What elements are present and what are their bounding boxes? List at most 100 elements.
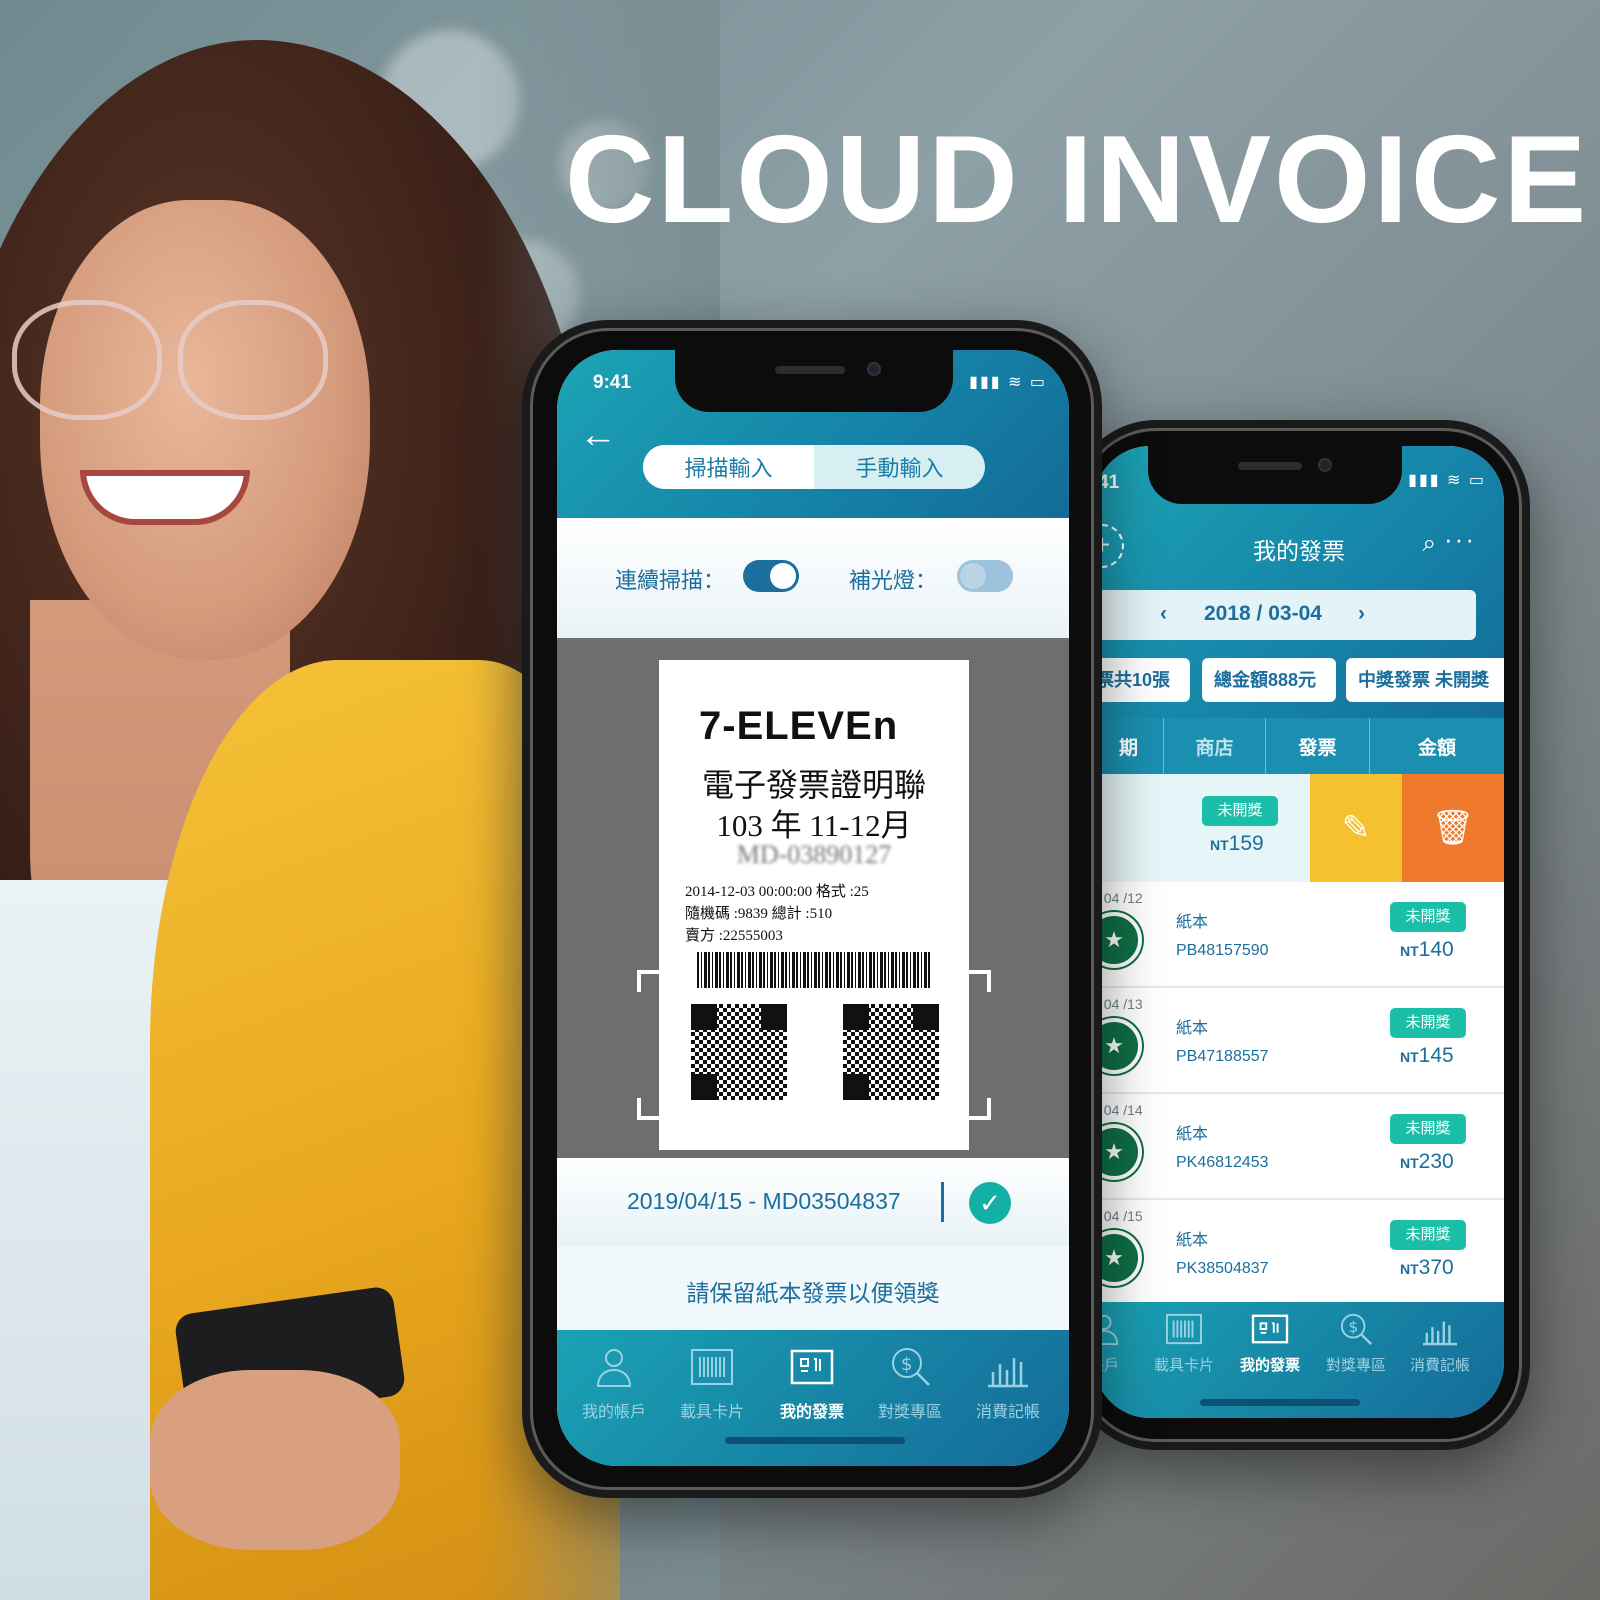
table-row[interactable]: / 04 /14 ★ 紙本 PK46812453 未開獎 NT230 xyxy=(1094,1094,1504,1200)
tab-label: 對獎專區 xyxy=(877,1404,942,1421)
col-date[interactable]: 期 xyxy=(1094,718,1164,774)
back-header: 41 ▮▮▮ ≋ ▭ + 我的發票 ⌕ ··· ‹ 2018 / 03-04 ›… xyxy=(1094,446,1504,746)
col-amount[interactable]: 金額 xyxy=(1370,718,1504,774)
speaker xyxy=(775,366,845,374)
camera xyxy=(1318,458,1332,472)
tab-scan-input[interactable]: 掃描輸入 xyxy=(643,445,814,489)
table-row[interactable]: / 04 /12 ★ 紙本 PB48157590 未開獎 NT140 xyxy=(1094,882,1504,988)
tab-manual-input[interactable]: 手動輸入 xyxy=(814,445,985,489)
camera-viewfinder[interactable]: 7-ELEVEn 電子發票證明聯 103 年 11-12月 MD-0389012… xyxy=(557,638,1069,1158)
continuous-scan-label: 連續掃描： xyxy=(615,568,726,593)
row-amount: NT159 xyxy=(1210,832,1264,855)
tab-label: 消費記帳 xyxy=(975,1404,1040,1421)
speaker xyxy=(1238,462,1302,470)
status-badge: 未開獎 xyxy=(1390,1220,1466,1250)
barcode-card-icon xyxy=(1166,1313,1202,1345)
page-title: 我的發票 xyxy=(1253,538,1345,564)
row-amount: NT230 xyxy=(1400,1150,1454,1173)
bar-chart-icon xyxy=(988,1358,1028,1388)
table-header: 期 商店 發票 金額 xyxy=(1094,718,1504,774)
tab-prize[interactable]: $ 對獎專區 xyxy=(1316,1312,1396,1375)
swiped-row[interactable]: 未開獎 NT159 ✎ 🗑 xyxy=(1094,774,1504,882)
summary-winning-chip[interactable]: 中獎發票 未開獎 xyxy=(1346,658,1504,702)
phone-notch xyxy=(1148,446,1402,504)
summary-total-chip[interactable]: 總金額888元 xyxy=(1202,658,1336,702)
scan-options: 連續掃描： 補光燈： xyxy=(557,518,1069,638)
prize-search-icon: $ xyxy=(892,1348,930,1386)
receipt: 7-ELEVEn 電子發票證明聯 103 年 11-12月 MD-0389012… xyxy=(659,660,969,1150)
row-invoice-number: PK38504837 xyxy=(1176,1260,1269,1277)
status-badge: 未開獎 xyxy=(1390,902,1466,932)
woman-hand xyxy=(150,1370,400,1550)
next-period-icon[interactable]: › xyxy=(1358,602,1365,626)
tab-carrier-card[interactable]: 載具卡片 xyxy=(1144,1312,1224,1375)
prev-period-icon[interactable]: ‹ xyxy=(1160,602,1167,626)
user-icon xyxy=(596,1349,632,1387)
row-amount: NT370 xyxy=(1400,1256,1454,1279)
row-invoice-number: PK46812453 xyxy=(1176,1154,1269,1171)
scan-frame-corner xyxy=(637,1098,659,1120)
scan-frame-corner xyxy=(969,970,991,992)
row-amount: NT145 xyxy=(1400,1044,1454,1067)
date-range: 2018 / 03-04 xyxy=(1204,602,1322,625)
scan-result: 2019/04/15 - MD03504837 ✓ xyxy=(557,1158,1069,1246)
tab-label: 對獎專區 xyxy=(1325,1357,1386,1374)
input-mode-segmented-control: 掃描輸入 手動輸入 xyxy=(643,445,985,489)
edit-icon[interactable]: ✎ xyxy=(1310,774,1402,882)
status-badge: 未開獎 xyxy=(1390,1008,1466,1038)
tab-expense[interactable]: 消費記帳 xyxy=(1400,1312,1480,1375)
camera xyxy=(867,362,881,376)
trash-icon[interactable]: 🗑 xyxy=(1402,774,1504,882)
check-icon[interactable]: ✓ xyxy=(969,1182,1011,1224)
row-kind: 紙本 xyxy=(1176,1232,1209,1249)
tab-label: 載具卡片 xyxy=(1153,1357,1214,1374)
barcode-card-icon xyxy=(691,1349,733,1385)
bottom-tab-bar: 我的帳戶 載具卡片 我的發票 $ 對獎專區 消費記帳 xyxy=(557,1330,1069,1466)
row-date: / 04 /14 xyxy=(1096,1102,1143,1118)
home-indicator xyxy=(725,1437,905,1444)
row-date: / 04 /13 xyxy=(1096,996,1143,1012)
table-row[interactable]: / 04 /15 ★ 紙本 PK38504837 未開獎 NT370 xyxy=(1094,1200,1504,1306)
col-invoice[interactable]: 發票 xyxy=(1266,718,1370,774)
date-selector: ‹ 2018 / 03-04 › xyxy=(1098,590,1476,640)
tab-label: 我的發票 xyxy=(1239,1357,1300,1374)
tab-my-invoice[interactable]: 我的發票 xyxy=(1230,1312,1310,1375)
bar-chart-icon xyxy=(1423,1321,1457,1346)
woman-face xyxy=(40,200,370,660)
tab-prize[interactable]: $ 對獎專區 xyxy=(865,1346,955,1422)
home-indicator xyxy=(1200,1399,1360,1406)
row-date: / 04 /15 xyxy=(1096,1208,1143,1224)
tab-expense[interactable]: 消費記帳 xyxy=(963,1346,1053,1422)
bottom-tab-bar: 帳戶 載具卡片 我的發票 $ 對獎專區 消費記帳 xyxy=(1094,1302,1504,1418)
qr-code xyxy=(691,1004,787,1100)
more-icon[interactable]: ··· xyxy=(1444,524,1476,555)
col-store[interactable]: 商店 xyxy=(1164,718,1266,774)
search-icon[interactable]: ⌕ xyxy=(1423,530,1436,558)
tab-label: 載具卡片 xyxy=(679,1404,744,1421)
status-badge: 未開獎 xyxy=(1390,1114,1466,1144)
row-kind: 紙本 xyxy=(1176,1020,1209,1037)
table-row[interactable]: / 04 /13 ★ 紙本 PB47188557 未開獎 NT145 xyxy=(1094,988,1504,1094)
receipt-line: 賣方 :22555003 xyxy=(685,928,783,944)
back-phone-screen: 41 ▮▮▮ ≋ ▭ + 我的發票 ⌕ ··· ‹ 2018 / 03-04 ›… xyxy=(1094,446,1504,1418)
back-phone: 41 ▮▮▮ ≋ ▭ + 我的發票 ⌕ ··· ‹ 2018 / 03-04 ›… xyxy=(1070,420,1530,1450)
back-arrow-icon[interactable]: ← xyxy=(579,416,617,454)
summary-count-chip[interactable]: 票共10張 xyxy=(1094,658,1190,702)
scan-header: 9:41 ▮▮▮ ≋ ▭ ← 掃描輸入 手動輸入 xyxy=(557,350,1069,518)
glasses-right-lens xyxy=(178,300,328,420)
tab-label: 我的發票 xyxy=(779,1404,844,1421)
scan-frame-corner xyxy=(969,1098,991,1120)
tab-account[interactable]: 我的帳戶 xyxy=(569,1346,659,1422)
glasses-left-lens xyxy=(12,300,162,420)
tab-my-invoice[interactable]: 我的發票 xyxy=(767,1346,857,1422)
receipt-period: 103 年 11-12月 xyxy=(716,808,912,843)
receipt-number: MD-03890127 xyxy=(736,840,892,869)
flashlight-label: 補光燈： xyxy=(849,568,938,593)
tab-carrier-card[interactable]: 載具卡片 xyxy=(667,1346,757,1422)
tab-label: 我的帳戶 xyxy=(581,1404,646,1421)
flashlight-toggle[interactable] xyxy=(957,560,1013,592)
continuous-scan-toggle[interactable] xyxy=(743,560,799,592)
prize-search-icon: $ xyxy=(1340,1313,1372,1345)
row-invoice-number: PB47188557 xyxy=(1176,1048,1269,1065)
status-badge: 未開獎 xyxy=(1202,796,1278,826)
